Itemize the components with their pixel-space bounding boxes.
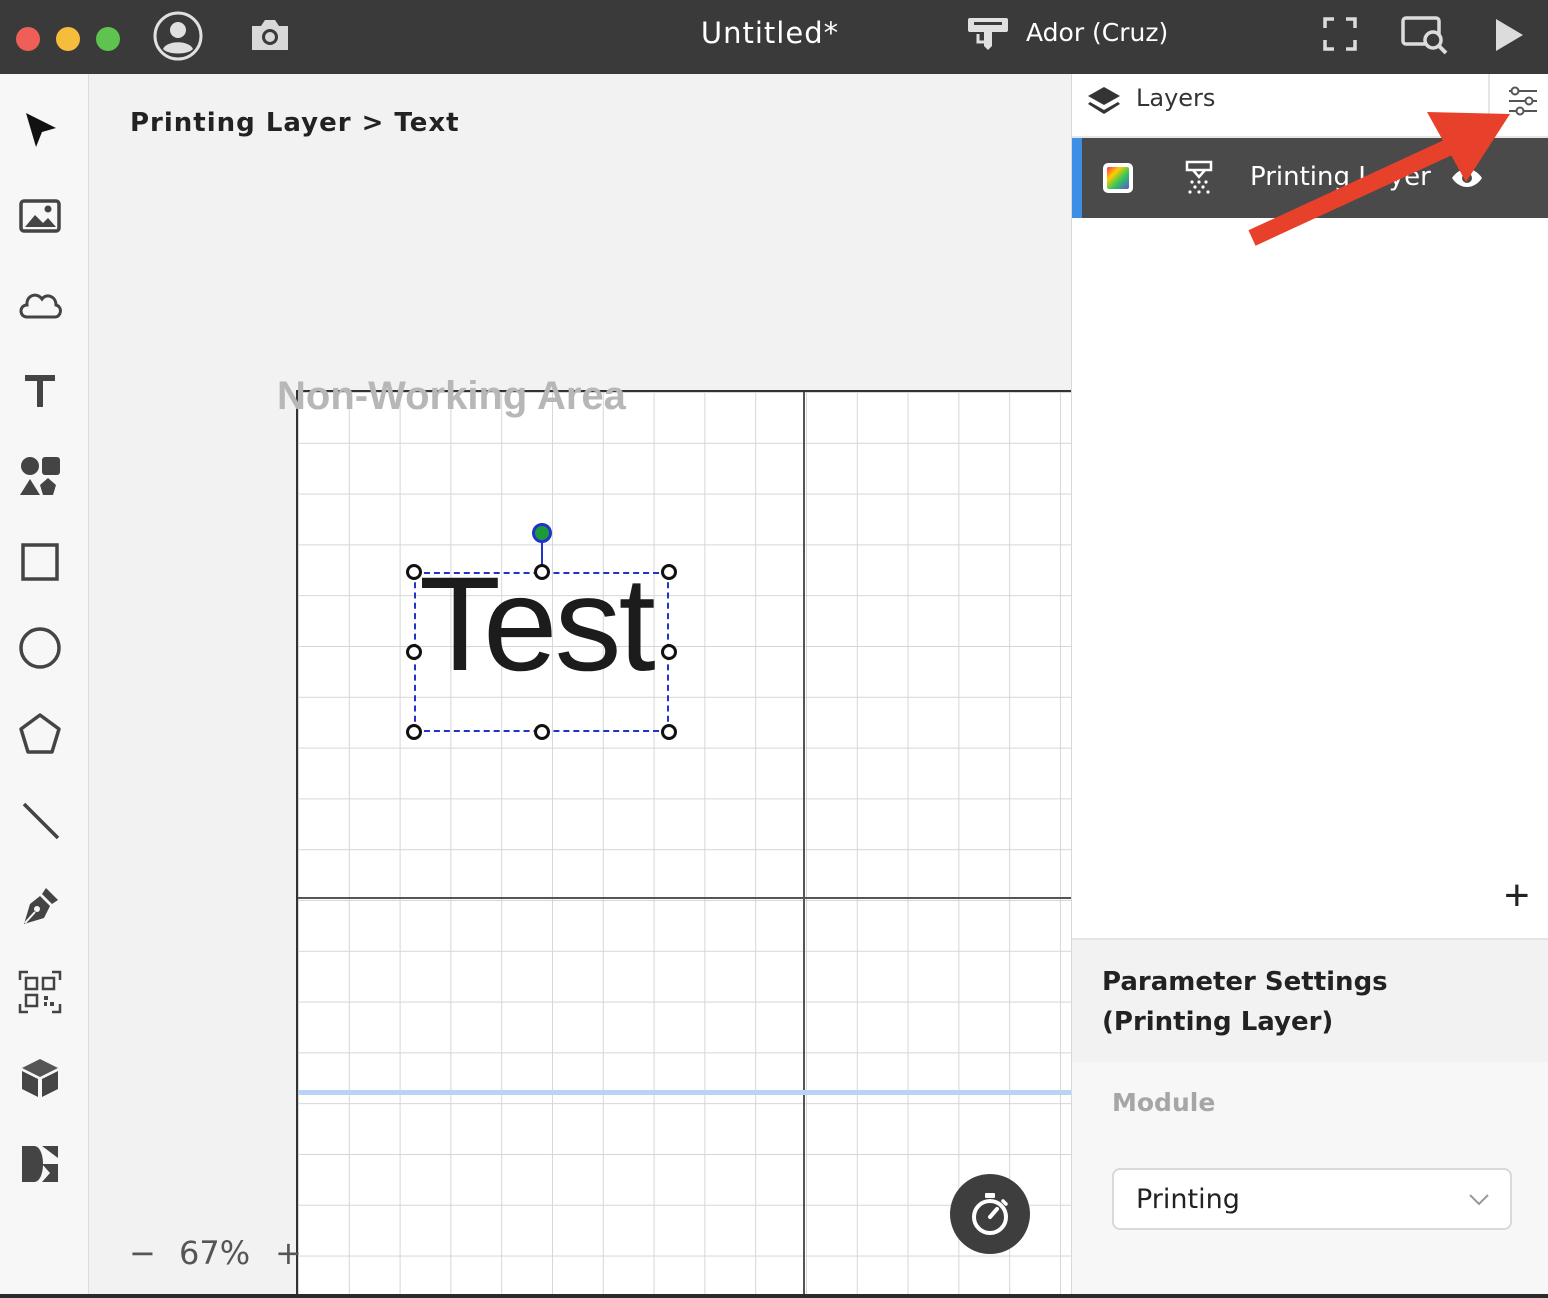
box-tool-button[interactable] (14, 1052, 66, 1104)
cursor-icon (26, 113, 56, 147)
line-icon (22, 802, 60, 840)
add-layer-button[interactable]: + (1504, 874, 1530, 918)
working-area-grid[interactable] (296, 390, 1071, 1294)
grid-major-line-vertical (803, 392, 805, 1294)
minimize-window-button[interactable] (56, 27, 80, 51)
right-panel: Layers Printing Layer + Parameter Settin… (1071, 74, 1548, 1294)
resize-handle-right[interactable] (661, 644, 677, 660)
user-account-icon[interactable] (152, 10, 204, 62)
pen-tool-button[interactable] (14, 880, 66, 932)
play-icon[interactable] (1492, 16, 1526, 54)
zoom-out-button[interactable]: − (129, 1234, 159, 1272)
device-icon[interactable] (966, 14, 1010, 54)
left-toolbar (0, 74, 89, 1294)
design-market-tool-button[interactable] (14, 1138, 66, 1190)
image-icon (19, 199, 61, 233)
layers-header: Layers (1072, 74, 1548, 138)
resize-handle-left[interactable] (406, 644, 422, 660)
frame-icon[interactable] (1322, 16, 1358, 52)
shapes-tool-button[interactable] (14, 450, 66, 502)
layer-settings-sliders-icon[interactable] (1506, 84, 1540, 118)
text-icon (25, 375, 55, 407)
resize-handle-bottom[interactable] (534, 724, 550, 740)
resize-handle-bottom-left[interactable] (406, 724, 422, 740)
title-bar: Untitled* Ador (Cruz) (0, 0, 1548, 74)
text-tool-button[interactable] (14, 364, 66, 416)
image-tool-button[interactable] (14, 190, 66, 242)
camera-icon[interactable] (248, 16, 292, 56)
cloud-tool-button[interactable] (14, 278, 66, 330)
module-label: Module (1112, 1088, 1216, 1117)
printing-module-icon (1185, 160, 1213, 194)
preview-icon[interactable] (1400, 14, 1450, 56)
resize-handle-top[interactable] (534, 564, 550, 580)
guide-line (298, 1090, 1071, 1095)
canvas-workspace[interactable]: Printing Layer > Text Non-Working Area T… (89, 74, 1071, 1294)
resize-handle-top-left[interactable] (406, 564, 422, 580)
zoom-in-button[interactable]: + (275, 1234, 302, 1272)
non-working-area-label: Non-Working Area (277, 374, 626, 418)
module-select-value: Printing (1136, 1184, 1240, 1215)
breadcrumb: Printing Layer > Text (130, 108, 460, 138)
parameter-settings-header: Parameter Settings (Printing Layer) (1072, 938, 1548, 1064)
shapes-icon (20, 457, 60, 495)
line-tool-button[interactable] (14, 794, 66, 846)
box-icon (22, 1059, 58, 1097)
layer-selected-accent (1072, 138, 1082, 218)
layers-title: Layers (1136, 84, 1216, 112)
parameter-settings-title: Parameter Settings (Printing Layer) (1102, 967, 1388, 1037)
grid-major-line-horizontal (298, 897, 1071, 899)
ellipse-tool-button[interactable] (14, 622, 66, 674)
layer-name[interactable]: Printing Layer (1250, 162, 1431, 192)
window-title: Untitled* (700, 16, 840, 50)
pen-icon (24, 888, 58, 924)
ellipse-icon (19, 627, 61, 669)
zoom-level[interactable]: 67% (179, 1234, 250, 1272)
rectangle-tool-button[interactable] (14, 536, 66, 588)
chevron-down-icon (1469, 1194, 1489, 1206)
eye-icon[interactable] (1450, 164, 1484, 192)
resize-handle-top-right[interactable] (661, 564, 677, 580)
layers-icon (1088, 87, 1120, 114)
time-estimate-button[interactable] (950, 1174, 1030, 1254)
close-window-button[interactable] (16, 27, 40, 51)
polygon-tool-button[interactable] (14, 708, 66, 760)
layer-item-printing-layer[interactable]: Printing Layer (1072, 138, 1548, 218)
qrcode-tool-button[interactable] (14, 966, 66, 1018)
polygon-icon (19, 713, 61, 754)
header-divider (1488, 74, 1490, 136)
selection-box[interactable] (414, 572, 669, 732)
maximize-window-button[interactable] (96, 27, 120, 51)
rectangle-icon (21, 543, 59, 581)
parameter-settings-body: Module Printing (1072, 1062, 1548, 1294)
stopwatch-icon (972, 1193, 1008, 1235)
module-select[interactable]: Printing (1112, 1168, 1512, 1230)
rotation-handle[interactable] (532, 523, 552, 543)
cloud-icon (19, 293, 62, 319)
select-tool-button[interactable] (14, 104, 66, 156)
resize-handle-bottom-right[interactable] (661, 724, 677, 740)
color-swatch-icon[interactable] (1102, 162, 1134, 194)
device-name[interactable]: Ador (Cruz) (1026, 18, 1168, 47)
design-market-icon (22, 1146, 58, 1182)
qrcode-icon (18, 970, 62, 1014)
